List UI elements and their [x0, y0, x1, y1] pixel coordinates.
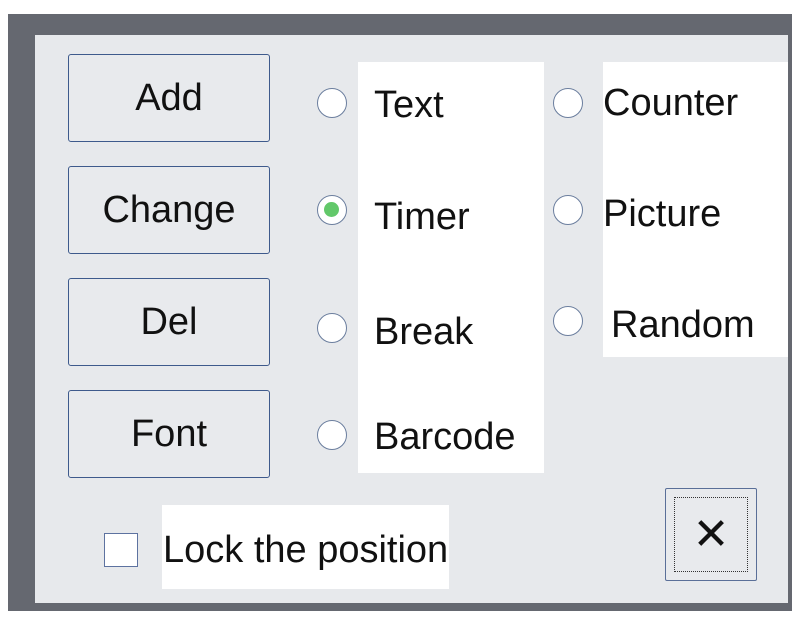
radio-label-picture: Picture — [603, 193, 722, 235]
close-icon: ✕ — [692, 509, 730, 559]
font-button[interactable]: Font — [68, 390, 270, 478]
lock-position-checkbox[interactable] — [104, 533, 138, 567]
radio-selected-dot — [324, 202, 339, 217]
close-button[interactable]: ✕ — [665, 488, 757, 581]
del-button[interactable]: Del — [68, 278, 270, 366]
radio-picture[interactable] — [553, 195, 583, 225]
radio-counter[interactable] — [553, 88, 583, 118]
radio-barcode[interactable] — [317, 420, 347, 450]
radio-label-text: Text — [374, 84, 444, 126]
change-button[interactable]: Change — [68, 166, 270, 254]
radio-label-counter: Counter — [603, 82, 739, 124]
lock-position-label: Lock the position — [163, 529, 449, 571]
radio-timer[interactable] — [317, 195, 347, 225]
radio-label-random: Random — [611, 304, 755, 346]
add-button[interactable]: Add — [68, 54, 270, 142]
radio-random[interactable] — [553, 306, 583, 336]
radio-label-break: Break — [374, 311, 474, 353]
radio-break[interactable] — [317, 313, 347, 343]
radio-text[interactable] — [317, 88, 347, 118]
radio-label-timer: Timer — [374, 196, 470, 238]
radio-label-barcode: Barcode — [374, 416, 516, 458]
